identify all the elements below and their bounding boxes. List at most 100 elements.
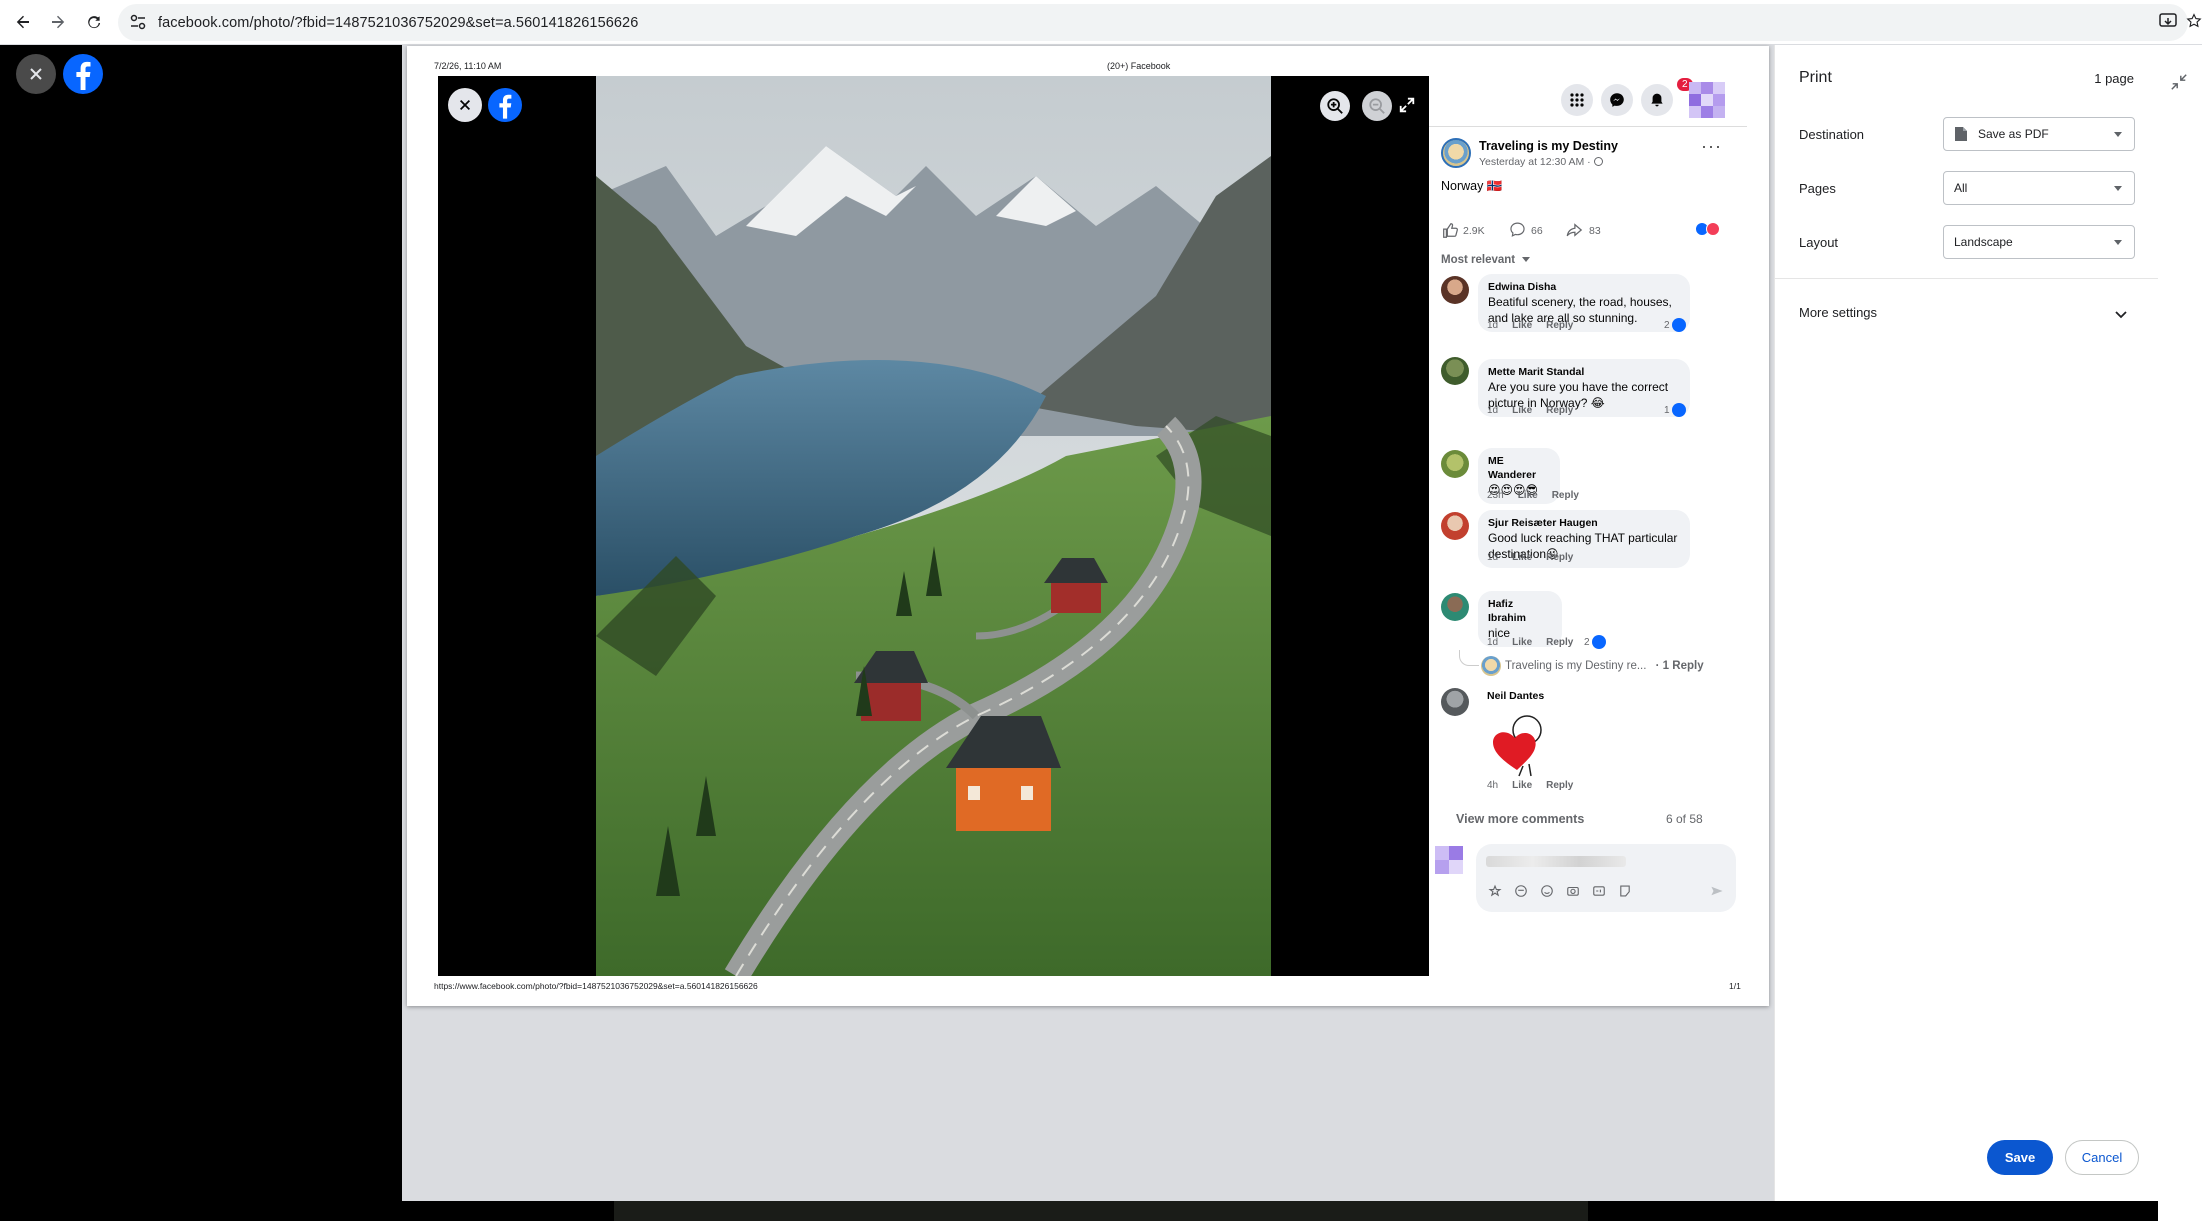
- reply-link[interactable]: Reply: [1546, 320, 1573, 331]
- panel-divider: [1429, 126, 1747, 127]
- commenter-name[interactable]: Neil Dantes: [1487, 690, 1544, 702]
- commenter-name[interactable]: Hafiz Ibrahim: [1488, 597, 1552, 625]
- comment-icon[interactable]: [1509, 221, 1526, 238]
- destination-select[interactable]: Save as PDF: [1943, 117, 2135, 151]
- viewer-close-button[interactable]: [448, 88, 482, 122]
- print-footer-url: https://www.facebook.com/photo/?fbid=148…: [434, 981, 758, 991]
- emoji-sticker-icon[interactable]: [1514, 884, 1528, 898]
- facebook-logo-icon: [76, 61, 91, 90]
- reply-link[interactable]: Reply: [1546, 552, 1573, 563]
- reply-link[interactable]: Reply: [1546, 405, 1573, 416]
- destination-label: Destination: [1799, 127, 1865, 142]
- reply-link[interactable]: Reply: [1546, 780, 1573, 791]
- post-side-panel: 2 Traveling is my Destiny Yesterday at 1…: [1429, 76, 1747, 976]
- notifications-button[interactable]: [1641, 84, 1673, 116]
- viewer-facebook-logo[interactable]: [488, 88, 522, 122]
- site-settings-icon: [130, 14, 146, 30]
- composer-toolbar: [1488, 884, 1632, 898]
- layout-label: Layout: [1799, 235, 1839, 250]
- layout-value: Landscape: [1954, 235, 2013, 249]
- reply-link[interactable]: Reply: [1546, 637, 1573, 648]
- like-link[interactable]: Like: [1512, 405, 1532, 416]
- comment-meta: 1d Like Reply: [1487, 637, 1573, 648]
- commenter-name[interactable]: Sjur Reisæter Haugen: [1488, 516, 1680, 530]
- like-link[interactable]: Like: [1512, 637, 1532, 648]
- background-road-strip: [614, 1201, 1588, 1221]
- like-count: 2.9K: [1463, 225, 1485, 237]
- gif-icon[interactable]: [1592, 884, 1606, 898]
- arrow-right-icon: [52, 15, 65, 29]
- like-link[interactable]: Like: [1512, 320, 1532, 331]
- reply-preview[interactable]: Traveling is my Destiny re... · 1 Reply: [1505, 660, 1704, 672]
- comment-sort-button[interactable]: Most relevant: [1441, 254, 1531, 266]
- fullscreen-button[interactable]: [1398, 96, 1416, 114]
- like-outline-icon[interactable]: [1441, 221, 1459, 239]
- zoom-in-icon: [1327, 98, 1343, 114]
- commenter-name[interactable]: Mette Marit Standal: [1488, 365, 1680, 379]
- emoji-icon[interactable]: [1540, 884, 1554, 898]
- back-button[interactable]: [9, 8, 37, 36]
- post-time: Yesterday at 12:30 AM ·: [1479, 156, 1603, 168]
- reply-link[interactable]: Reply: [1552, 490, 1579, 501]
- globe-icon: [1593, 157, 1603, 166]
- cancel-button[interactable]: Cancel: [2065, 1140, 2139, 1175]
- background-close-button[interactable]: [16, 54, 56, 94]
- shrink-icon[interactable]: [2170, 73, 2188, 91]
- window-edge: [2158, 45, 2202, 1221]
- commenter-name[interactable]: Edwina Disha: [1488, 280, 1680, 294]
- comment-composer[interactable]: [1476, 844, 1736, 912]
- commenter-avatar[interactable]: [1441, 688, 1469, 716]
- like-link[interactable]: Like: [1518, 490, 1538, 501]
- forward-button[interactable]: [44, 8, 72, 36]
- menu-button[interactable]: [1561, 84, 1593, 116]
- reaction-count: 2: [1664, 319, 1670, 331]
- reload-icon: [88, 16, 101, 29]
- send-icon[interactable]: [1710, 884, 1724, 898]
- browser-toolbar: facebook.com/photo/?fbid=148752103675202…: [0, 0, 2202, 45]
- camera-icon[interactable]: [1566, 884, 1580, 898]
- like-link[interactable]: Like: [1512, 780, 1532, 791]
- bookmark-star-icon[interactable]: [2186, 11, 2202, 31]
- commenter-avatar[interactable]: [1441, 276, 1469, 304]
- norway-landscape-photo: [596, 76, 1271, 976]
- background-facebook-logo[interactable]: [63, 54, 103, 94]
- pdf-file-icon: [1955, 127, 1967, 141]
- comment-reactions: 1: [1664, 403, 1686, 417]
- sticker-icon[interactable]: [1618, 884, 1632, 898]
- zoom-in-button[interactable]: [1320, 91, 1350, 121]
- save-button[interactable]: Save: [1987, 1140, 2053, 1175]
- avatar-sticker-icon[interactable]: [1488, 884, 1502, 898]
- commenter-name[interactable]: ME Wanderer: [1488, 454, 1550, 482]
- more-settings-toggle[interactable]: More settings: [1799, 305, 1877, 320]
- zoom-out-button[interactable]: [1362, 91, 1392, 121]
- commenter-avatar[interactable]: [1441, 450, 1469, 478]
- comment-meta: 4h Like Reply: [1487, 780, 1573, 791]
- commenter-avatar[interactable]: [1441, 593, 1469, 621]
- reply-count: · 1 Reply: [1655, 660, 1704, 672]
- profile-avatar[interactable]: [1689, 82, 1725, 118]
- like-link[interactable]: Like: [1512, 552, 1532, 563]
- view-more-comments[interactable]: View more comments: [1456, 812, 1584, 826]
- comment-meta: 1d Like Reply: [1487, 552, 1573, 563]
- layout-select[interactable]: Landscape: [1943, 225, 2135, 259]
- page-avatar[interactable]: [1441, 138, 1471, 168]
- install-app-icon[interactable]: [2158, 11, 2178, 31]
- chevron-down-icon[interactable]: [2114, 307, 2128, 321]
- post-options-button[interactable]: ···: [1701, 136, 1722, 157]
- print-header-title: (20+) Facebook: [1107, 61, 1171, 71]
- commenter-avatar[interactable]: [1441, 512, 1469, 540]
- pages-value: All: [1954, 181, 1968, 195]
- facebook-logo-icon: [499, 94, 512, 119]
- comment-reactions: 2: [1664, 318, 1686, 332]
- commenter-avatar[interactable]: [1441, 357, 1469, 385]
- share-icon[interactable]: [1565, 221, 1583, 239]
- pages-select[interactable]: All: [1943, 171, 2135, 205]
- post-author[interactable]: Traveling is my Destiny: [1479, 139, 1618, 153]
- messenger-button[interactable]: [1601, 84, 1633, 116]
- share-count: 83: [1589, 225, 1601, 237]
- address-bar[interactable]: facebook.com/photo/?fbid=148752103675202…: [118, 4, 2188, 41]
- reload-button[interactable]: [80, 8, 108, 36]
- reply-avatar[interactable]: [1481, 656, 1501, 676]
- close-icon: [460, 100, 470, 110]
- messenger-icon: [1610, 93, 1624, 107]
